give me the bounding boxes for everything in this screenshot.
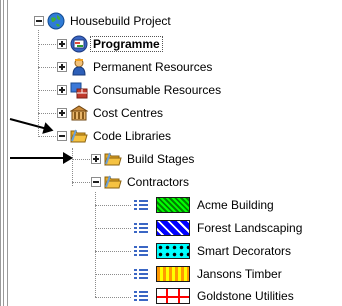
tree-node-label: Smart Decorators bbox=[197, 244, 292, 258]
tree-node-label: Jansons Timber bbox=[197, 267, 282, 281]
tree-node-label: Housebuild Project bbox=[70, 14, 171, 28]
tree-node-label: Programme bbox=[90, 36, 163, 52]
color-swatch bbox=[156, 220, 190, 236]
expand-toggle[interactable] bbox=[57, 62, 67, 72]
callout-arrow bbox=[10, 152, 73, 164]
tree-node-permanent-resources[interactable]: Permanent Resources bbox=[57, 57, 212, 77]
bricks-icon bbox=[70, 81, 88, 99]
collapse-toggle[interactable] bbox=[57, 131, 67, 141]
tree-node-goldstone-utilities[interactable]: Goldstone Utilities bbox=[134, 286, 294, 306]
tree-node-acme-building[interactable]: Acme Building bbox=[134, 195, 274, 215]
tree-node-label: Build Stages bbox=[127, 152, 195, 166]
project-tree: Housebuild Project Programme Permanent R… bbox=[0, 0, 342, 306]
tree-node-label: Contractors bbox=[127, 175, 190, 189]
color-swatch bbox=[156, 288, 190, 304]
tree-node-label: Consumable Resources bbox=[93, 83, 222, 97]
building-icon bbox=[69, 104, 89, 122]
tree-node-contractors[interactable]: Contractors bbox=[91, 172, 189, 192]
tree-node-jansons-timber[interactable]: Jansons Timber bbox=[134, 264, 282, 284]
programme-icon bbox=[70, 35, 88, 53]
list-icon bbox=[134, 198, 148, 212]
expand-toggle[interactable] bbox=[91, 154, 101, 164]
collapse-toggle[interactable] bbox=[91, 177, 101, 187]
list-icon bbox=[134, 267, 148, 281]
color-swatch bbox=[156, 266, 190, 282]
color-swatch bbox=[156, 197, 190, 213]
tree-node-label: Forest Landscaping bbox=[197, 221, 303, 235]
globe-icon bbox=[47, 12, 65, 30]
tree-node-label: Acme Building bbox=[197, 198, 274, 212]
list-icon bbox=[134, 221, 148, 235]
tree-node-label: Cost Centres bbox=[93, 106, 164, 120]
expand-toggle[interactable] bbox=[57, 85, 67, 95]
tree-node-label: Permanent Resources bbox=[93, 60, 213, 74]
list-icon bbox=[134, 244, 148, 258]
folder-open-icon bbox=[104, 150, 122, 168]
tree-node-forest-landscaping[interactable]: Forest Landscaping bbox=[134, 218, 302, 238]
tree-node-housebuild-project[interactable]: Housebuild Project bbox=[34, 11, 171, 31]
collapse-toggle[interactable] bbox=[34, 16, 44, 26]
tree-node-code-libraries[interactable]: Code Libraries bbox=[57, 126, 171, 146]
tree-node-cost-centres[interactable]: Cost Centres bbox=[57, 103, 163, 123]
folder-open-icon bbox=[104, 173, 122, 191]
folder-open-icon bbox=[70, 127, 88, 145]
color-swatch bbox=[156, 243, 190, 259]
list-icon bbox=[134, 289, 148, 303]
tree-node-programme[interactable]: Programme bbox=[57, 34, 163, 54]
tree-node-consumable-resources[interactable]: Consumable Resources bbox=[57, 80, 221, 100]
tree-node-label: Code Libraries bbox=[93, 129, 172, 143]
expand-toggle[interactable] bbox=[57, 39, 67, 49]
tree-node-label: Goldstone Utilities bbox=[197, 289, 294, 303]
expand-toggle[interactable] bbox=[57, 108, 67, 118]
person-icon bbox=[70, 58, 88, 76]
tree-node-smart-decorators[interactable]: Smart Decorators bbox=[134, 241, 291, 261]
tree-node-build-stages[interactable]: Build Stages bbox=[91, 149, 194, 169]
